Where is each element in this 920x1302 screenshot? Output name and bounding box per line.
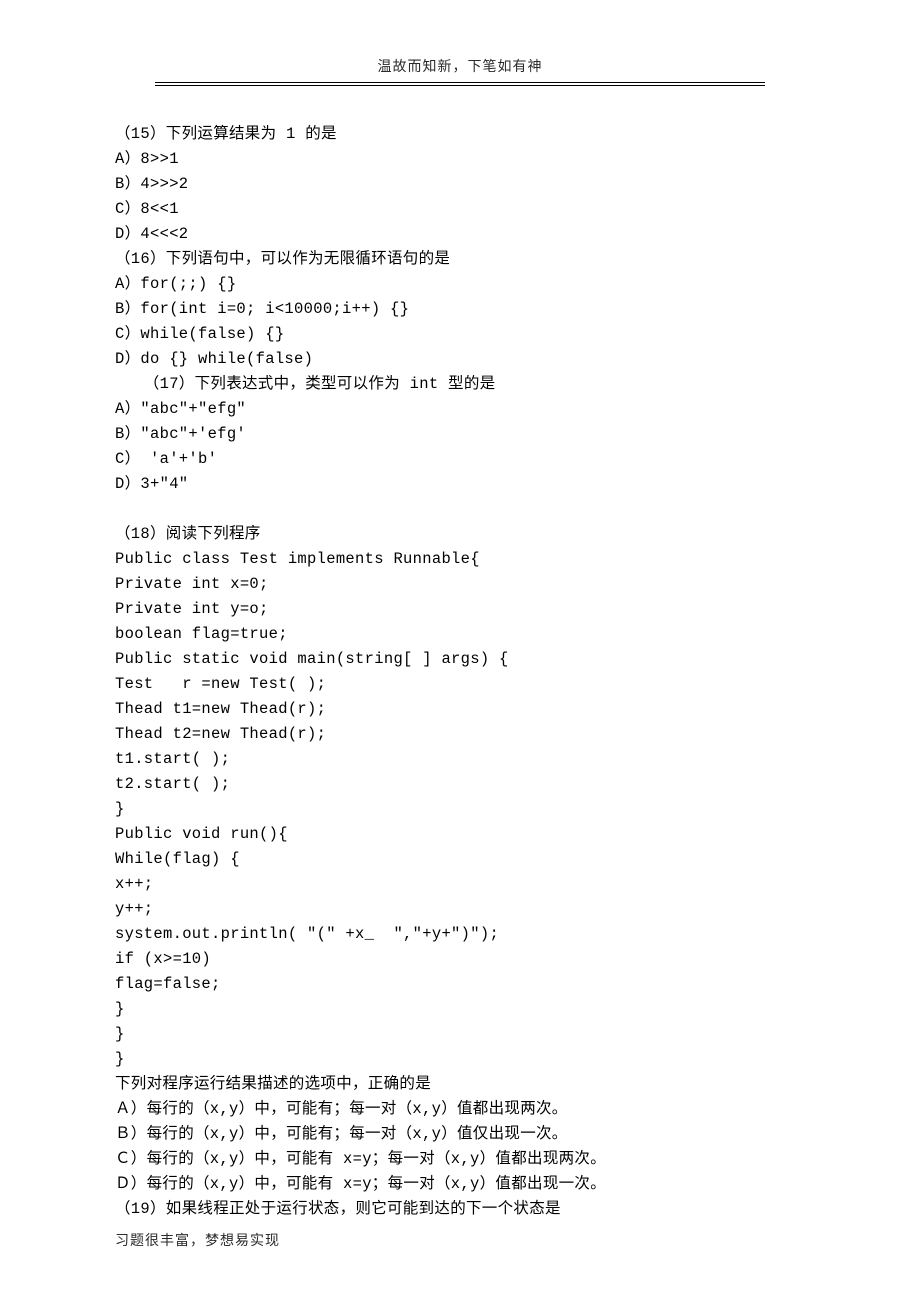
text-line: D）3+"4" [115, 472, 805, 497]
text-line: D）do {} while(false) [115, 347, 805, 372]
text-line: } [115, 1022, 805, 1047]
text-line: Public class Test implements Runnable{ [115, 547, 805, 572]
page-footer: 习题很丰富，梦想易实现 [115, 1230, 280, 1250]
page-header: 温故而知新，下笔如有神 [115, 56, 805, 82]
text-line: Ｃ）每行的（x,y）中，可能有 x=y；每一对（x,y）值都出现两次。 [115, 1147, 805, 1172]
text-line: B）"abc"+'efg' [115, 422, 805, 447]
text-line: Ａ）每行的（x,y）中，可能有；每一对（x,y）值都出现两次。 [115, 1097, 805, 1122]
text-line: D）4<<<2 [115, 222, 805, 247]
text-line: 下列对程序运行结果描述的选项中，正确的是 [115, 1072, 805, 1097]
header-rule-top [155, 82, 765, 83]
text-line: Thead t1=new Thead(r); [115, 697, 805, 722]
text-line: boolean flag=true; [115, 622, 805, 647]
text-line: （18）阅读下列程序 [115, 522, 805, 547]
text-line: } [115, 1047, 805, 1072]
text-line: Thead t2=new Thead(r); [115, 722, 805, 747]
text-line: C）8<<1 [115, 197, 805, 222]
text-line: Private int x=0; [115, 572, 805, 597]
text-line: （19）如果线程正处于运行状态，则它可能到达的下一个状态是 [115, 1197, 805, 1222]
text-line: A）"abc"+"efg" [115, 397, 805, 422]
document-page: 温故而知新，下笔如有神 （15）下列运算结果为 1 的是 A）8>>1 B）4>… [0, 0, 920, 1222]
document-body: （15）下列运算结果为 1 的是 A）8>>1 B）4>>>2 C）8<<1 D… [115, 86, 805, 1222]
text-line: Private int y=o; [115, 597, 805, 622]
text-line: t2.start( ); [115, 772, 805, 797]
text-line: t1.start( ); [115, 747, 805, 772]
text-line: （16）下列语句中，可以作为无限循环语句的是 [115, 247, 805, 272]
text-line: C）while(false) {} [115, 322, 805, 347]
text-line: flag=false; [115, 972, 805, 997]
text-line: （15）下列运算结果为 1 的是 [115, 122, 805, 147]
text-line: （17）下列表达式中，类型可以作为 int 型的是 [115, 372, 805, 397]
text-line: Public void run(){ [115, 822, 805, 847]
text-line: B）4>>>2 [115, 172, 805, 197]
blank-line [115, 497, 805, 522]
text-line: if (x>=10) [115, 947, 805, 972]
text-line: Public static void main(string[ ] args) … [115, 647, 805, 672]
text-line: Test r =new Test( ); [115, 672, 805, 697]
text-line: y++; [115, 897, 805, 922]
text-line: } [115, 997, 805, 1022]
text-line: While(flag) { [115, 847, 805, 872]
text-line: } [115, 797, 805, 822]
text-line: system.out.println( "(" +x_ ","+y+")"); [115, 922, 805, 947]
text-line: C） 'a'+'b' [115, 447, 805, 472]
text-line: A）8>>1 [115, 147, 805, 172]
text-line: Ｄ）每行的（x,y）中，可能有 x=y；每一对（x,y）值都出现一次。 [115, 1172, 805, 1197]
text-line: x++; [115, 872, 805, 897]
text-line: B）for(int i=0; i<10000;i++) {} [115, 297, 805, 322]
text-line: A）for(;;) {} [115, 272, 805, 297]
text-line: Ｂ）每行的（x,y）中，可能有；每一对（x,y）值仅出现一次。 [115, 1122, 805, 1147]
